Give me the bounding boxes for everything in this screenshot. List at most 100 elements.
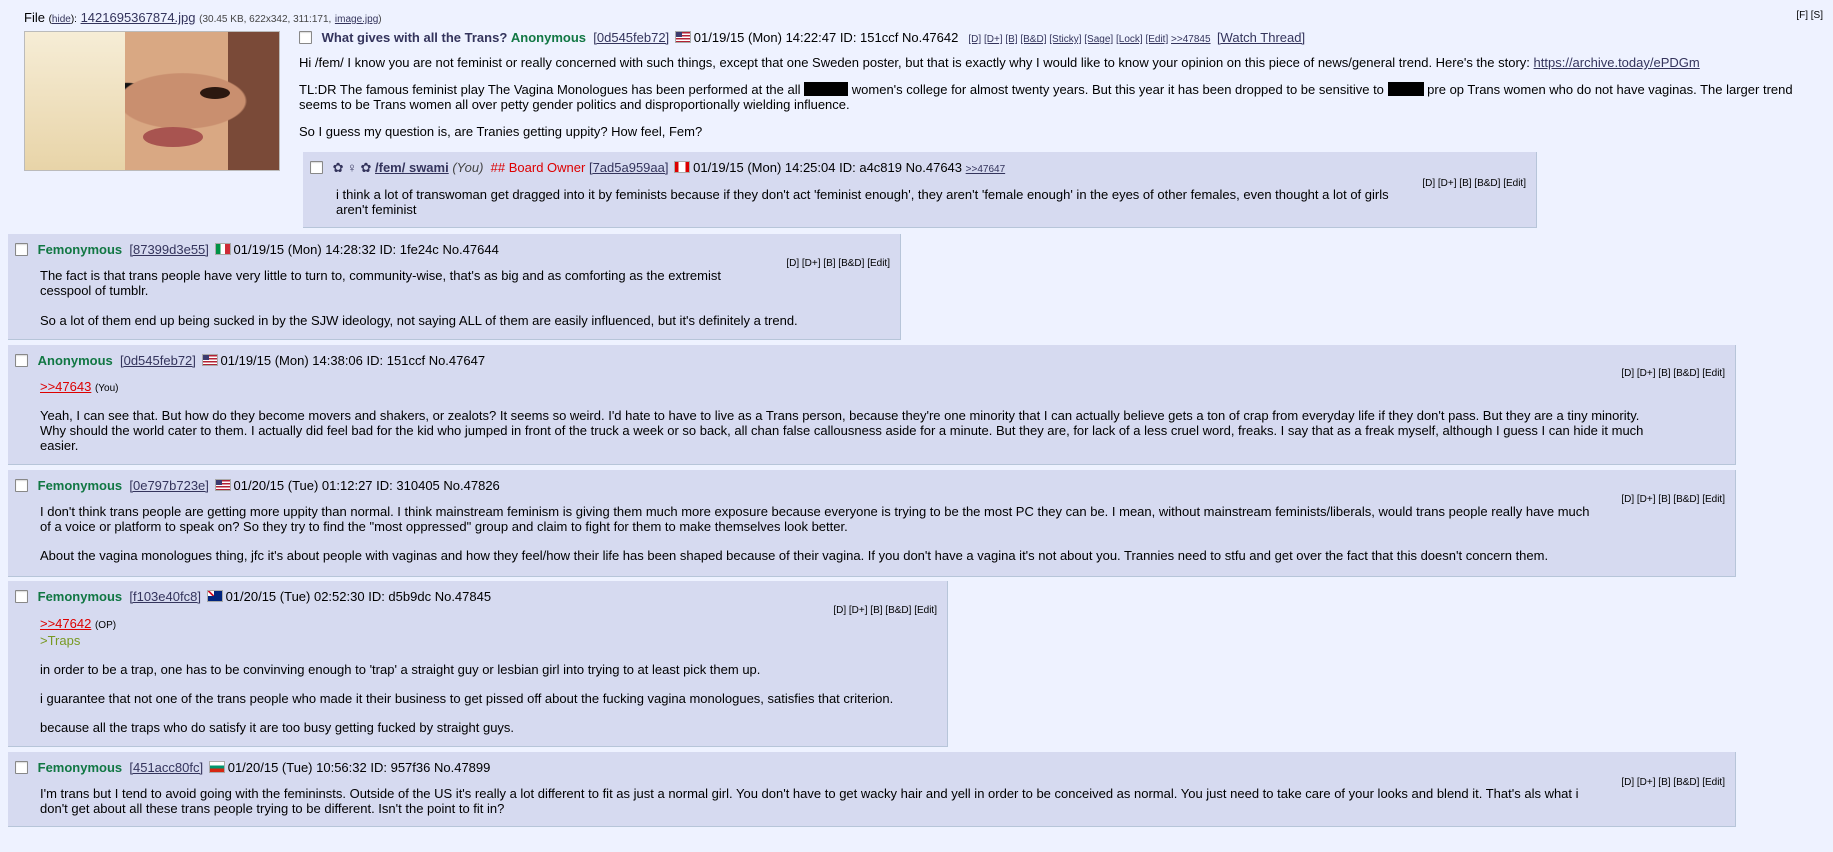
- reply-text-line: in order to be a trap, one has to be con…: [40, 662, 761, 677]
- op-image-hair: [25, 32, 125, 170]
- op-paragraph-1: Hi /fem/ I know you are not feminist or …: [299, 55, 1819, 70]
- reply-name: Anonymous: [37, 353, 113, 368]
- reply-quote-line: >>47642 (OP): [40, 616, 920, 633]
- us-flag-icon: [201, 354, 218, 366]
- quote-link[interactable]: >>47642: [40, 616, 91, 631]
- mod-delete-link[interactable]: [D]: [968, 34, 981, 45]
- reply-header: Femonymous [87399d3e55] 01/19/15 (Mon) 1…: [15, 242, 499, 258]
- reply-mod-tools[interactable]: [D] [D+] [B] [B&D] [Edit]: [786, 258, 890, 269]
- reply-name: Femonymous: [37, 589, 123, 604]
- reply-select-checkbox[interactable]: [15, 243, 28, 256]
- mod-sage-link[interactable]: [Sage]: [1084, 34, 1113, 45]
- you-marker: (You): [452, 160, 484, 175]
- watch-thread-link[interactable]: [Watch Thread]: [1217, 30, 1305, 45]
- reply-mod-tools[interactable]: [D] [D+] [B] [B&D] [Edit]: [1621, 494, 1725, 505]
- reply-hash[interactable]: [0d545feb72]: [120, 353, 196, 368]
- reply-post: Femonymous [f103e40fc8] 01/20/15 (Tue) 0…: [8, 581, 948, 747]
- reply-mod-tools[interactable]: [D] [D+] [B] [B&D] [Edit]: [1422, 178, 1526, 189]
- reply-number[interactable]: No.47826: [443, 478, 499, 493]
- reply-number[interactable]: No.47647: [429, 353, 485, 368]
- reply-text-line: easier.: [40, 438, 79, 453]
- op-hash[interactable]: [0d545feb72]: [593, 30, 669, 45]
- capcode-stars-icon: ✿ ♀ ✿: [332, 160, 372, 175]
- reply-text-line: i think a lot of transwoman get dragged …: [336, 187, 1389, 202]
- file-name-link[interactable]: 1421695367874.jpg: [81, 10, 196, 25]
- reply-post: Femonymous [0e797b723e] 01/20/15 (Tue) 0…: [8, 470, 1736, 577]
- reply-quote-line: >>47643 (You): [40, 379, 1690, 396]
- ca-flag-icon: [674, 161, 691, 173]
- op-number[interactable]: No.47642: [902, 30, 958, 45]
- reply-text-line: Why should the world cater to them. I ac…: [40, 423, 1644, 438]
- op-image-lip: [143, 127, 203, 147]
- reply-name: Femonymous: [37, 478, 123, 493]
- op-paragraph-3: So I guess my question is, are Tranies g…: [299, 124, 703, 139]
- reply-text-line: The fact is that trans people have very …: [40, 268, 721, 283]
- reply-name: Femonymous: [37, 760, 123, 775]
- op-text-2a: TL:DR The famous feminist play The Vagin…: [299, 82, 801, 97]
- mod-ban-link[interactable]: [B]: [1005, 34, 1017, 45]
- op-id: ID: 151ccf: [839, 30, 899, 45]
- image-link[interactable]: image.jpg: [335, 14, 378, 25]
- reply-header: Femonymous [451acc80fc] 01/20/15 (Tue) 1…: [15, 760, 490, 776]
- mod-edit-link[interactable]: [Edit]: [1145, 34, 1168, 45]
- op-paragraph-2: TL:DR The famous feminist play The Vagin…: [299, 82, 1819, 112]
- reply-text-line: I'm trans but I tend to avoid going with…: [40, 786, 1579, 801]
- reply-name[interactable]: /fem/ swami: [375, 160, 449, 175]
- reply-hash[interactable]: [0e797b723e]: [129, 478, 209, 493]
- op-image[interactable]: [24, 31, 280, 171]
- op-name: Anonymous: [510, 30, 587, 45]
- capcode-label: ## Board Owner: [490, 160, 586, 175]
- reply-header: Femonymous [0e797b723e] 01/20/15 (Tue) 0…: [15, 478, 500, 494]
- redaction-block: [804, 82, 849, 96]
- mod-lock-link[interactable]: [Lock]: [1116, 34, 1143, 45]
- hide-image-link[interactable]: hide: [52, 14, 71, 25]
- reply-number[interactable]: No.47643: [906, 160, 962, 175]
- reply-body: The fact is that trans people have very …: [40, 268, 798, 328]
- reply-select-checkbox[interactable]: [15, 479, 28, 492]
- it-flag-icon: [214, 243, 231, 255]
- mod-delete-all-link[interactable]: [D+]: [984, 34, 1003, 45]
- reply-id: ID: 310405: [376, 478, 440, 493]
- reply-select-checkbox[interactable]: [15, 761, 28, 774]
- reply-text-line: don't get about all these trans people t…: [40, 801, 505, 816]
- reply-hash[interactable]: [451acc80fc]: [129, 760, 203, 775]
- reply-hash[interactable]: [7ad5a959aa]: [589, 160, 669, 175]
- reply-text-line: cesspool of tumblr.: [40, 283, 149, 298]
- op-mod-links: [D] [D+] [B] [B&D] [Sticky] [Sage] [Lock…: [966, 34, 1214, 45]
- reply-body: >>47642 (OP) >Traps in order to be a tra…: [40, 616, 920, 735]
- reply-mod-tools[interactable]: [D] [D+] [B] [B&D] [Edit]: [833, 605, 937, 616]
- us-flag-icon: [214, 479, 231, 491]
- reply-select-checkbox[interactable]: [310, 161, 323, 174]
- op-text-2d: seems to be Trans women all over petty g…: [299, 97, 850, 112]
- reply-text-line: So a lot of them end up being sucked in …: [40, 313, 798, 328]
- reply-number[interactable]: No.47845: [435, 589, 491, 604]
- corner-links[interactable]: [F] [S]: [1796, 10, 1823, 21]
- bg-flag-icon: [208, 761, 225, 773]
- reply-number[interactable]: No.47899: [434, 760, 490, 775]
- us-flag-icon: [674, 31, 691, 43]
- op-select-checkbox[interactable]: [299, 31, 312, 44]
- reply-mod-tools[interactable]: [D] [D+] [B] [B&D] [Edit]: [1621, 777, 1725, 788]
- reply-number[interactable]: No.47644: [442, 242, 498, 257]
- reply-datetime: 01/20/15 (Tue) 10:56:32: [227, 760, 367, 775]
- quote-link[interactable]: >>47643: [40, 379, 91, 394]
- mod-ban-delete-link[interactable]: [B&D]: [1020, 34, 1046, 45]
- reply-datetime: 01/20/15 (Tue) 02:52:30: [225, 589, 365, 604]
- reply-hash[interactable]: [f103e40fc8]: [129, 589, 201, 604]
- reply-body: >>47643 (You) Yeah, I can see that. But …: [40, 379, 1690, 453]
- reply-datetime: 01/19/15 (Mon) 14:25:04: [693, 160, 836, 175]
- greentext-line: >Traps: [40, 633, 81, 648]
- reply-datetime: 01/19/15 (Mon) 14:28:32: [233, 242, 376, 257]
- reply-header: Femonymous [f103e40fc8] 01/20/15 (Tue) 0…: [15, 589, 491, 605]
- reply-hash[interactable]: [87399d3e55]: [129, 242, 209, 257]
- reply-select-checkbox[interactable]: [15, 354, 28, 367]
- reply-mod-tools[interactable]: [D] [D+] [B] [B&D] [Edit]: [1621, 368, 1725, 379]
- mod-sticky-link[interactable]: [Sticky]: [1049, 34, 1081, 45]
- reply-id: ID: 1fe24c: [379, 242, 439, 257]
- reply-id: ID: 957f36: [370, 760, 431, 775]
- reply-backlink[interactable]: >>47647: [966, 164, 1006, 175]
- reply-text-line: i guarantee that not one of the trans pe…: [40, 691, 894, 706]
- reply-select-checkbox[interactable]: [15, 590, 28, 603]
- op-backlink[interactable]: >>47845: [1171, 34, 1211, 45]
- op-archive-link[interactable]: https://archive.today/ePDGm: [1534, 55, 1700, 70]
